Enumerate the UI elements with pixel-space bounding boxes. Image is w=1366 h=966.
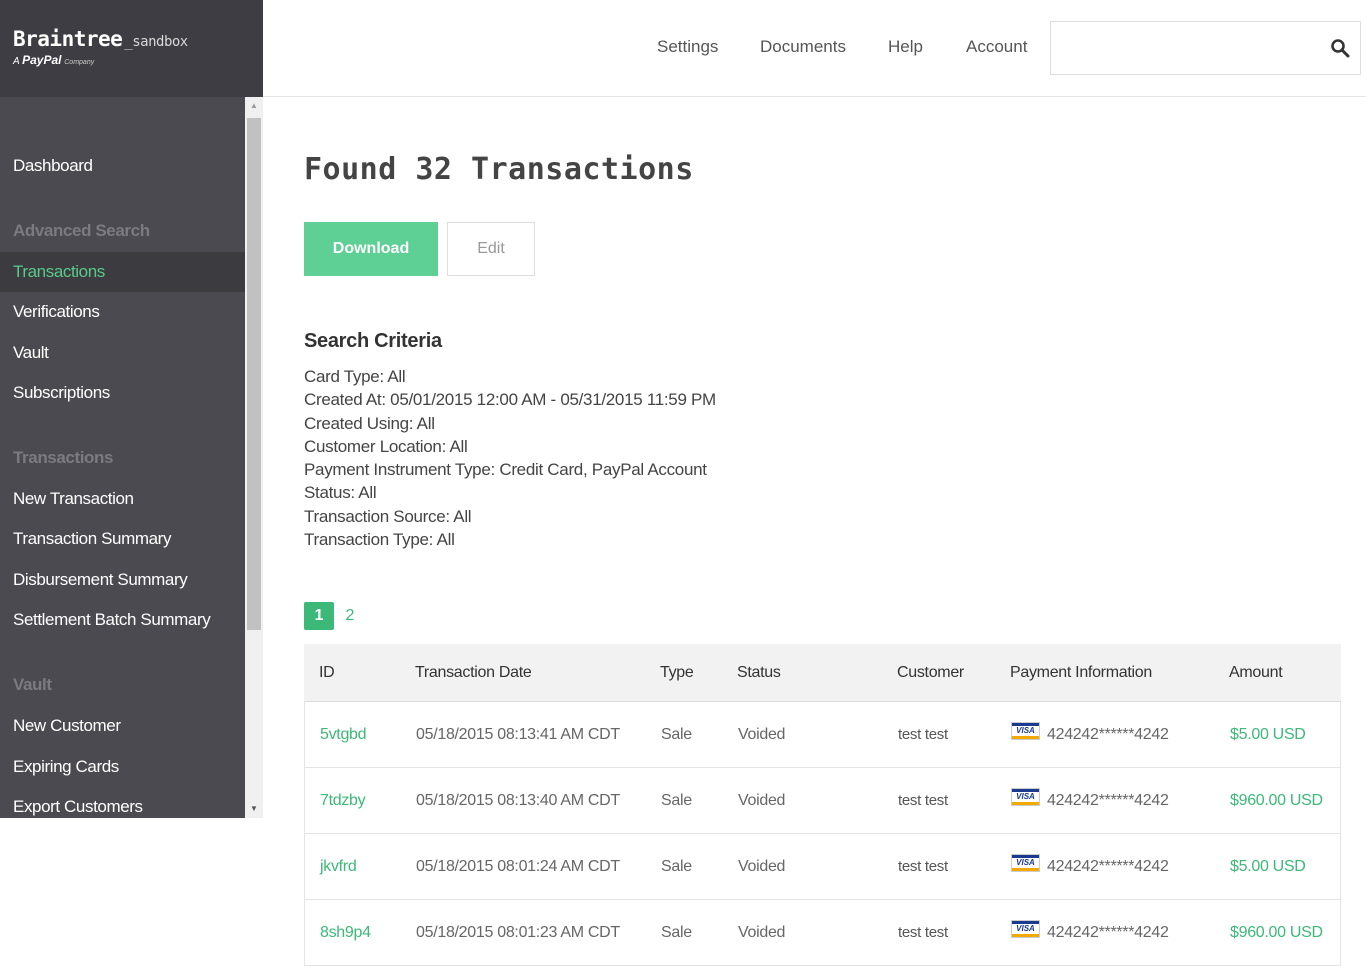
download-button[interactable]: Download	[304, 222, 438, 276]
transaction-type: Sale	[661, 858, 692, 875]
paypal-tagline: A PayPal Company	[13, 53, 95, 67]
sidebar-item-new-customer[interactable]: New Customer	[0, 706, 245, 746]
sidebar: Braintree _sandbox A PayPal Company Dashb…	[0, 0, 263, 818]
transaction-date: 05/18/2015 08:01:23 AM CDT	[416, 924, 620, 941]
criteria-created-at: Created At: 05/01/2015 12:00 AM - 05/31/…	[304, 390, 716, 410]
search-input[interactable]	[1050, 21, 1361, 75]
visa-card-icon: VISA	[1011, 854, 1040, 872]
sidebar-scrollbar[interactable]: ▲ ▼	[245, 97, 263, 818]
sidebar-item-expiring-cards[interactable]: Expiring Cards	[0, 747, 245, 787]
page-2-link[interactable]: 2	[342, 602, 358, 630]
column-header-status[interactable]: Status	[737, 644, 781, 702]
sidebar-item-transactions[interactable]: Transactions	[0, 252, 245, 292]
transaction-id-link[interactable]: 7tdzby	[320, 768, 366, 834]
criteria-created-using: Created Using: All	[304, 413, 435, 433]
nav-settings-link[interactable]: Settings	[657, 37, 718, 57]
transaction-date: 05/18/2015 08:01:24 AM CDT	[416, 858, 620, 875]
nav-documents-link[interactable]: Documents	[760, 37, 846, 57]
column-header-amount[interactable]: Amount	[1229, 644, 1283, 702]
search-criteria-heading: Search Criteria	[304, 330, 442, 352]
transaction-status: Voided	[738, 924, 786, 941]
sidebar-heading-advanced-search: Advanced Search	[13, 221, 150, 240]
card-number: 424242******4242	[1047, 924, 1169, 941]
card-number: 424242******4242	[1047, 858, 1169, 875]
transaction-id-link[interactable]: jkvfrd	[320, 834, 357, 900]
transaction-customer: test test	[898, 792, 948, 809]
sidebar-nav: Dashboard Advanced Search Transactions V…	[0, 97, 245, 818]
transaction-type: Sale	[661, 924, 692, 941]
table-row[interactable]: 7tdzby 05/18/2015 08:13:40 AM CDT Sale V…	[304, 768, 1341, 834]
transaction-amount: $960.00 USD	[1230, 792, 1323, 809]
column-header-customer[interactable]: Customer	[897, 644, 964, 702]
table-row[interactable]: jkvfrd 05/18/2015 08:01:24 AM CDT Sale V…	[304, 834, 1341, 900]
sidebar-heading-vault: Vault	[13, 675, 52, 694]
scroll-thumb[interactable]	[247, 118, 261, 630]
sidebar-item-disbursement-summary[interactable]: Disbursement Summary	[0, 560, 245, 600]
nav-help-link[interactable]: Help	[888, 37, 923, 57]
card-number: 424242******4242	[1047, 726, 1169, 743]
sidebar-item-verifications[interactable]: Verifications	[0, 292, 245, 332]
sidebar-item-vault[interactable]: Vault	[0, 333, 245, 373]
search-criteria-list: Card Type: All Created At: 05/01/2015 12…	[304, 365, 716, 551]
column-header-id[interactable]: ID	[319, 644, 335, 702]
transaction-type: Sale	[661, 792, 692, 809]
card-number: 424242******4242	[1047, 792, 1169, 809]
transaction-customer: test test	[898, 858, 948, 875]
brand-header[interactable]: Braintree _sandbox A PayPal Company	[0, 0, 263, 97]
sidebar-item-settlement-batch-summary[interactable]: Settlement Batch Summary	[0, 600, 245, 640]
transaction-date: 05/18/2015 08:13:40 AM CDT	[416, 792, 620, 809]
table-header: ID Transaction Date Type Status Customer…	[304, 644, 1341, 702]
transaction-status: Voided	[738, 858, 786, 875]
transaction-amount: $5.00 USD	[1230, 858, 1306, 875]
braintree-logo: Braintree _sandbox	[13, 27, 188, 51]
page-title: Found 32 Transactions	[304, 152, 694, 187]
transaction-customer: test test	[898, 924, 948, 941]
criteria-customer-location: Customer Location: All	[304, 436, 468, 456]
transaction-type: Sale	[661, 726, 692, 743]
criteria-transaction-source: Transaction Source: All	[304, 506, 472, 526]
transaction-status: Voided	[738, 726, 786, 743]
top-header: Settings Documents Help Account	[263, 0, 1366, 97]
transaction-status: Voided	[738, 792, 786, 809]
transaction-amount: $960.00 USD	[1230, 924, 1323, 941]
table-row[interactable]: 5vtgbd 05/18/2015 08:13:41 AM CDT Sale V…	[304, 702, 1341, 768]
nav-account-link[interactable]: Account	[966, 37, 1027, 57]
criteria-transaction-type: Transaction Type: All	[304, 530, 455, 550]
sidebar-item-new-transaction[interactable]: New Transaction	[0, 479, 245, 519]
scroll-down-arrow-icon[interactable]: ▼	[245, 800, 263, 818]
criteria-status: Status: All	[304, 483, 377, 503]
column-header-transaction-date[interactable]: Transaction Date	[415, 644, 532, 702]
page-1-current: 1	[304, 602, 334, 630]
transaction-customer: test test	[898, 726, 948, 743]
column-header-payment-information[interactable]: Payment Information	[1010, 644, 1152, 702]
sidebar-item-export-customers[interactable]: Export Customers	[0, 787, 245, 818]
visa-card-icon: VISA	[1011, 722, 1040, 740]
column-header-type[interactable]: Type	[660, 644, 694, 702]
criteria-payment-instrument-type: Payment Instrument Type: Credit Card, Pa…	[304, 460, 707, 480]
sidebar-heading-transactions: Transactions	[13, 448, 114, 467]
table-row[interactable]: 8sh9p4 05/18/2015 08:01:23 AM CDT Sale V…	[304, 900, 1341, 966]
sidebar-item-transaction-summary[interactable]: Transaction Summary	[0, 519, 245, 559]
edit-button[interactable]: Edit	[447, 222, 535, 276]
criteria-card-type: Card Type: All	[304, 367, 406, 386]
visa-card-icon: VISA	[1011, 788, 1040, 806]
search-icon[interactable]	[1330, 38, 1350, 58]
sidebar-item-dashboard[interactable]: Dashboard	[0, 146, 245, 186]
transaction-date: 05/18/2015 08:13:41 AM CDT	[416, 726, 620, 743]
visa-card-icon: VISA	[1011, 920, 1040, 938]
transaction-id-link[interactable]: 8sh9p4	[320, 900, 371, 966]
transaction-amount: $5.00 USD	[1230, 726, 1306, 743]
scroll-up-arrow-icon[interactable]: ▲	[245, 97, 263, 115]
sidebar-item-subscriptions[interactable]: Subscriptions	[0, 373, 245, 413]
transaction-id-link[interactable]: 5vtgbd	[320, 702, 367, 768]
